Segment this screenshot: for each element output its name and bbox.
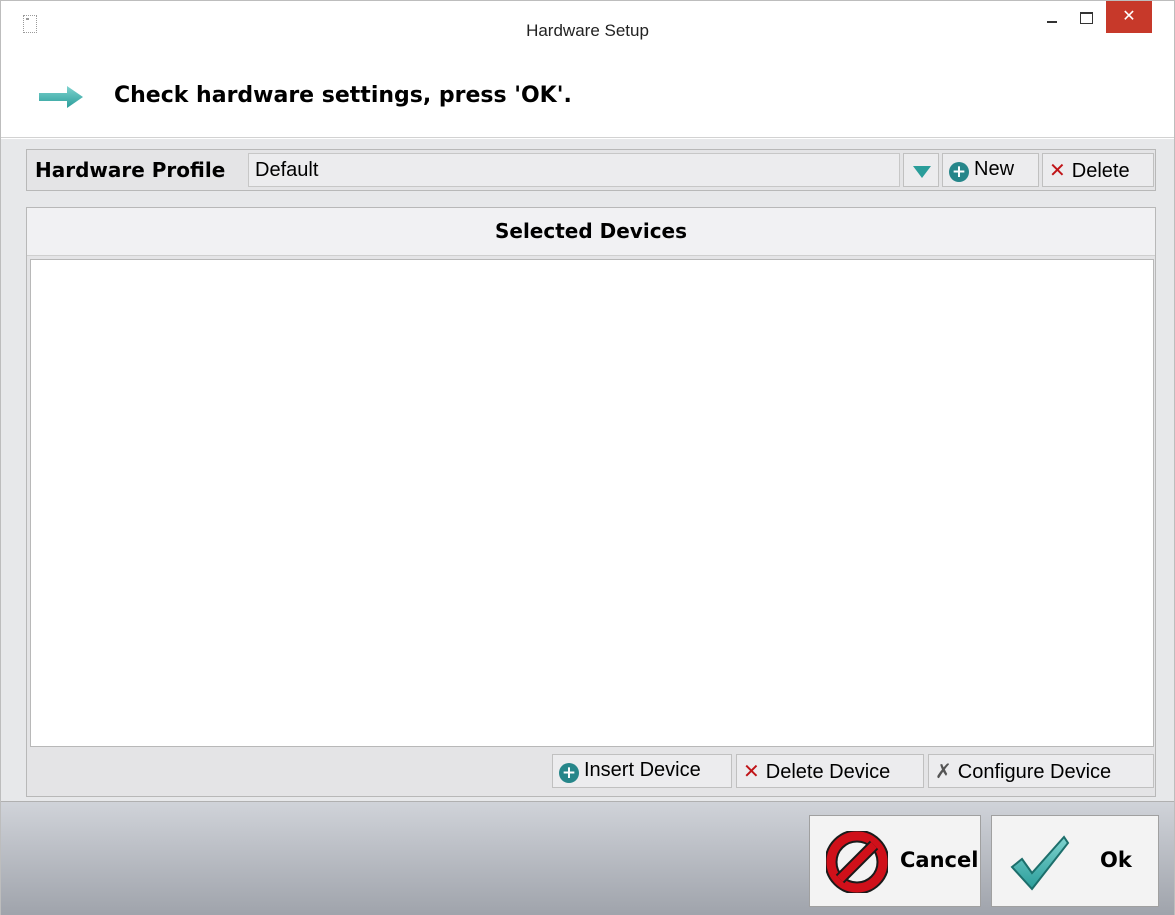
dialog-footer: Cancel Ok (1, 801, 1174, 915)
maximize-button[interactable] (1073, 1, 1099, 33)
new-profile-button[interactable]: + New (942, 153, 1039, 187)
ok-label: Ok (1100, 848, 1132, 872)
hardware-setup-window: Hardware Setup ✕ Check hardware settings… (0, 0, 1175, 915)
chevron-down-icon (913, 166, 931, 178)
arrow-right-icon (39, 86, 83, 108)
new-profile-label: New (974, 158, 1015, 180)
title-bar: Hardware Setup ✕ (1, 1, 1174, 61)
ok-button[interactable]: Ok (991, 815, 1159, 907)
minimize-button[interactable] (1039, 1, 1065, 33)
selected-devices-header: Selected Devices (27, 208, 1155, 256)
hardware-profile-select[interactable]: Default (248, 153, 900, 187)
delete-profile-label: Delete (1071, 160, 1130, 182)
delete-device-label: Delete Device (765, 761, 891, 783)
plus-icon: + (949, 162, 969, 182)
delete-device-button[interactable]: ✕ Delete Device (736, 754, 924, 788)
close-button[interactable]: ✕ (1106, 1, 1152, 33)
configure-device-button[interactable]: ✗ Configure Device (928, 754, 1154, 788)
instruction-text: Check hardware settings, press 'OK'. (114, 83, 572, 108)
insert-device-button[interactable]: + Insert Device (552, 754, 732, 788)
hardware-profile-label: Hardware Profile (35, 158, 226, 182)
checkmark-icon (1010, 835, 1070, 891)
plus-icon: + (559, 763, 579, 783)
hardware-profile-row: Hardware Profile Default + New ✕ Delete (26, 149, 1156, 191)
cancel-icon (826, 831, 888, 893)
device-list[interactable] (30, 259, 1154, 747)
insert-device-label: Insert Device (584, 759, 701, 781)
wrench-icon: ✗ (935, 759, 952, 783)
selected-devices-panel: Selected Devices + Insert Device ✕ Delete … (26, 207, 1156, 797)
profile-dropdown-button[interactable] (903, 153, 939, 187)
delete-icon: ✕ (1049, 158, 1066, 182)
delete-icon: ✕ (743, 759, 760, 783)
cancel-label: Cancel (900, 848, 979, 872)
cancel-button[interactable]: Cancel (809, 815, 981, 907)
instruction-bar: Check hardware settings, press 'OK'. (1, 61, 1174, 138)
delete-profile-button[interactable]: ✕ Delete (1042, 153, 1154, 187)
configure-device-label: Configure Device (957, 761, 1112, 783)
window-title: Hardware Setup (526, 21, 649, 40)
